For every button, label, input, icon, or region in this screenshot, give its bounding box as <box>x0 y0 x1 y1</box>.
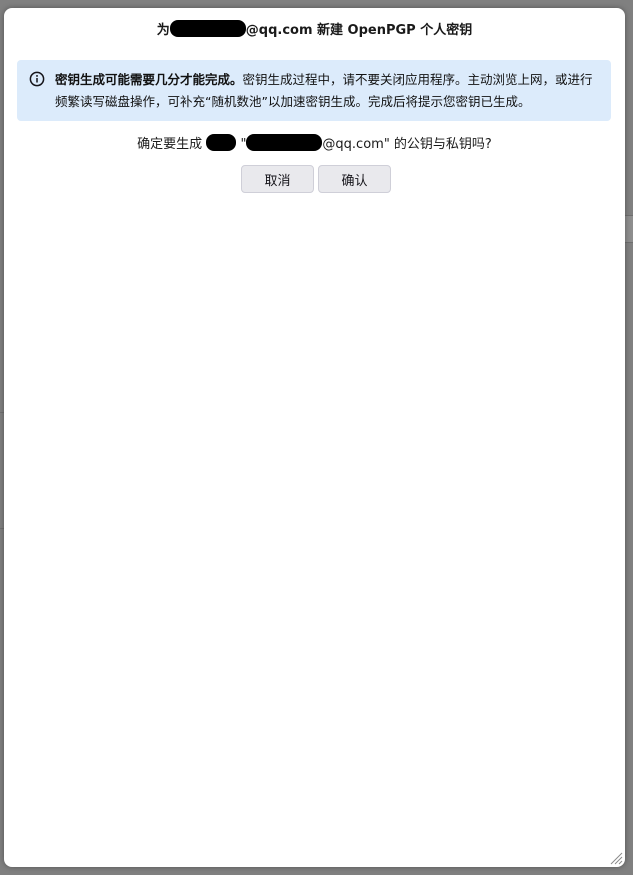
resize-grip-icon[interactable] <box>609 851 623 865</box>
redacted-name <box>206 134 237 151</box>
confirm-suffix: @qq.com" 的公钥与私钥吗? <box>322 137 492 152</box>
notice-message: 密钥生成可能需要几分才能完成。密钥生成过程中，请不要关闭应用程序。主动浏览上网，… <box>55 69 600 113</box>
generate-key-dialog: 为 @qq.com 新建 OpenPGP 个人密钥 密钥生成可能需要几分才能完成。… <box>4 8 625 867</box>
notice-bold-text: 密钥生成可能需要几分才能完成。 <box>55 72 243 87</box>
confirm-question: 确定要生成 " @qq.com" 的公钥与私钥吗? <box>4 133 625 152</box>
cancel-button[interactable]: 取消 <box>241 165 314 193</box>
dialog-title-prefix: 为 <box>156 23 170 38</box>
redacted-email-user <box>169 20 246 37</box>
redacted-email-user <box>246 134 323 151</box>
dialog-title: 为 @qq.com 新建 OpenPGP 个人密钥 <box>4 19 625 38</box>
confirm-prefix: 确定要生成 <box>137 137 203 152</box>
info-notice: 密钥生成可能需要几分才能完成。密钥生成过程中，请不要关闭应用程序。主动浏览上网，… <box>17 60 611 121</box>
dialog-title-suffix: @qq.com 新建 OpenPGP 个人密钥 <box>245 23 473 38</box>
info-circle-icon <box>29 71 45 87</box>
confirm-button[interactable]: 确认 <box>318 165 391 193</box>
